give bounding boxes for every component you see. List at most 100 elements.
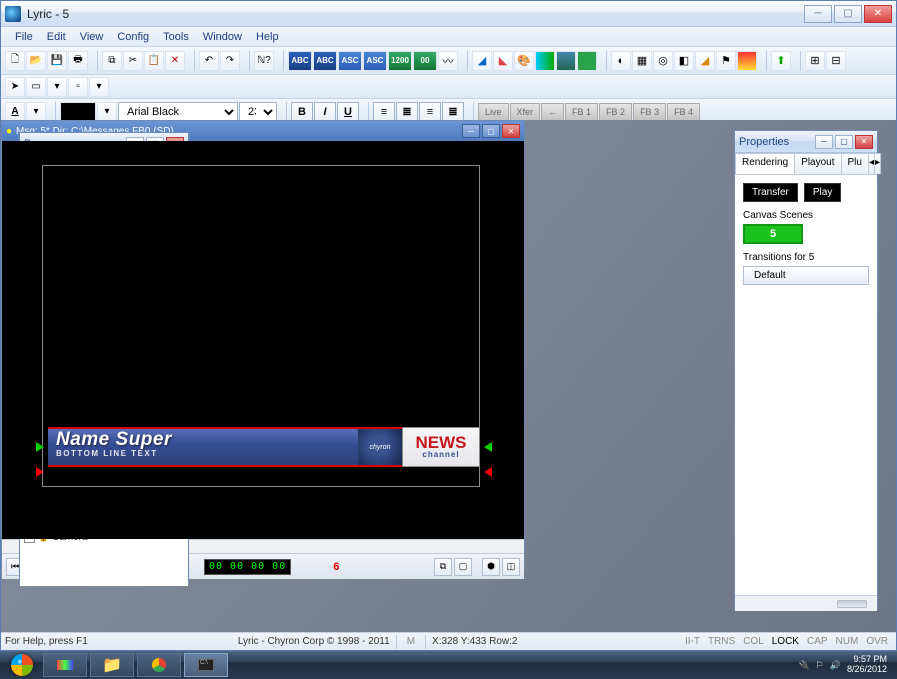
news-channel-logo[interactable]: NEWS channel	[402, 427, 480, 467]
menu-help[interactable]: Help	[250, 29, 285, 44]
menu-file[interactable]: File	[9, 29, 39, 44]
properties-titlebar[interactable]: Properties ─ ▢ ✕	[735, 131, 877, 153]
menu-view[interactable]: View	[74, 29, 110, 44]
taskbar-cmd[interactable]: C:\	[184, 653, 228, 677]
resize-handle-br[interactable]	[484, 467, 492, 477]
print-button[interactable]: 🖶	[68, 51, 88, 71]
palette-button[interactable]: 🎨	[514, 51, 534, 71]
resize-handle-bl[interactable]	[36, 467, 44, 477]
color-square2[interactable]	[556, 51, 576, 71]
view-layers-button[interactable]: ⧉	[434, 558, 452, 576]
help-context-button[interactable]: ℕ?	[254, 51, 274, 71]
font-size-select[interactable]: 23	[239, 102, 277, 122]
pointer-tool[interactable]: ➤	[5, 77, 25, 97]
italic-button[interactable]: I	[314, 102, 336, 122]
num-00-button[interactable]: 00	[413, 51, 437, 71]
small-rect[interactable]: ▫	[68, 77, 88, 97]
system-tray[interactable]: 🔌 ⚐ 🔊 9:57 PM 8/26/2012	[792, 655, 893, 675]
copy-button[interactable]: ⧉	[102, 51, 122, 71]
expand2-button[interactable]: ⊟	[826, 51, 846, 71]
view-cube-button[interactable]: ◫	[502, 558, 520, 576]
lower-third-sub-text[interactable]: BOTTOM LINE TEXT	[56, 449, 350, 458]
properties-scrollbar[interactable]	[735, 595, 877, 611]
num-1200-button[interactable]: 1200	[388, 51, 412, 71]
misc-5[interactable]: ◢	[695, 51, 715, 71]
default-transition-button[interactable]: Default	[743, 266, 869, 285]
rectangle-tool[interactable]: ▭	[26, 77, 46, 97]
live-pill[interactable]: Live	[478, 103, 509, 121]
canvas-min-button[interactable]: ─	[462, 124, 480, 138]
dropdown-text[interactable]: ▾	[26, 102, 46, 122]
align-right-button[interactable]: ≡	[419, 102, 441, 122]
titlebar[interactable]: Lyric - 5 ─ ▢ ✕	[1, 1, 896, 27]
bold-button[interactable]: B	[291, 102, 313, 122]
align-left-button[interactable]: ≡	[373, 102, 395, 122]
tab-playout[interactable]: Playout	[794, 153, 841, 174]
action-center-icon[interactable]: ⚐	[816, 660, 824, 671]
underline-button[interactable]: U	[337, 102, 359, 122]
resize-handle-right[interactable]	[484, 442, 492, 452]
menu-window[interactable]: Window	[197, 29, 248, 44]
lower-third-main-text[interactable]: Name Super	[56, 430, 350, 449]
align-justify-button[interactable]: ≣	[442, 102, 464, 122]
scrollbar-thumb[interactable]	[837, 600, 867, 608]
asc-button-1[interactable]: ASC	[338, 51, 362, 71]
export-up-button[interactable]: ⬆	[771, 51, 791, 71]
open-button[interactable]: 📂	[26, 51, 46, 71]
menu-edit[interactable]: Edit	[41, 29, 72, 44]
color-dropdown[interactable]: ▾	[97, 102, 117, 122]
tab-plugins[interactable]: Plu	[841, 153, 869, 174]
window-maximize-button[interactable]: ▢	[834, 5, 862, 23]
asc-button-2[interactable]: ASC	[363, 51, 387, 71]
new-button[interactable]: 🗋	[5, 51, 25, 71]
taskbar-chrome[interactable]	[137, 653, 181, 677]
misc-3[interactable]: ◎	[653, 51, 673, 71]
view-single-button[interactable]: ▢	[454, 558, 472, 576]
align-center-button[interactable]: ≣	[396, 102, 418, 122]
scene-number-badge[interactable]: 5	[743, 224, 803, 244]
flag-button[interactable]: ◣	[493, 51, 513, 71]
volume-icon[interactable]: 🔊	[830, 660, 841, 671]
taskbar-app-1[interactable]	[43, 653, 87, 677]
chart-button[interactable]: ◢	[472, 51, 492, 71]
canvas-max-button[interactable]: ▢	[482, 124, 500, 138]
chyron-logo[interactable]: chyron	[358, 427, 402, 467]
fb2-pill[interactable]: FB 2	[599, 103, 632, 121]
abc-button-1[interactable]: ABC	[288, 51, 312, 71]
dropdown-1[interactable]: ▾	[47, 77, 67, 97]
font-family-select[interactable]: Arial Black	[118, 102, 238, 122]
color-square1[interactable]	[535, 51, 555, 71]
lower-third-bar[interactable]: Name Super BOTTOM LINE TEXT	[48, 427, 358, 467]
fb4-pill[interactable]: FB 4	[667, 103, 700, 121]
menu-tools[interactable]: Tools	[157, 29, 195, 44]
tab-rendering[interactable]: Rendering	[735, 153, 795, 174]
misc-4[interactable]: ◧	[674, 51, 694, 71]
properties-max-button[interactable]: ▢	[835, 135, 853, 149]
canvas-close-button[interactable]: ✕	[502, 124, 520, 138]
delete-button[interactable]: ✕	[165, 51, 185, 71]
text-a-button[interactable]: A	[5, 102, 25, 122]
expand1-button[interactable]: ⊞	[805, 51, 825, 71]
start-button[interactable]	[4, 653, 40, 677]
undo-button[interactable]: ↶	[199, 51, 219, 71]
misc-6[interactable]: ⚑	[716, 51, 736, 71]
properties-close-button[interactable]: ✕	[855, 135, 873, 149]
power-icon[interactable]: 🔌	[798, 660, 809, 671]
tab-scroll-right[interactable]: ▸	[874, 153, 881, 174]
lower-third[interactable]: Name Super BOTTOM LINE TEXT chyron NEWS …	[48, 427, 480, 467]
properties-min-button[interactable]: ─	[815, 135, 833, 149]
window-minimize-button[interactable]: ─	[804, 5, 832, 23]
color-picker[interactable]	[60, 102, 96, 122]
window-close-button[interactable]: ✕	[864, 5, 892, 23]
paste-button[interactable]: 📋	[144, 51, 164, 71]
misc-1[interactable]: ◐	[611, 51, 631, 71]
misc-7[interactable]	[737, 51, 757, 71]
xfer-pill[interactable]: Xfer	[510, 103, 541, 121]
fb1-pill[interactable]: FB 1	[565, 103, 598, 121]
dropdown-2[interactable]: ▾	[89, 77, 109, 97]
play-button[interactable]: Play	[804, 183, 841, 202]
taskbar-explorer[interactable]: 📁	[90, 653, 134, 677]
resize-handle-left[interactable]	[36, 442, 44, 452]
abc-button-2[interactable]: ABC	[313, 51, 337, 71]
menu-config[interactable]: Config	[111, 29, 155, 44]
